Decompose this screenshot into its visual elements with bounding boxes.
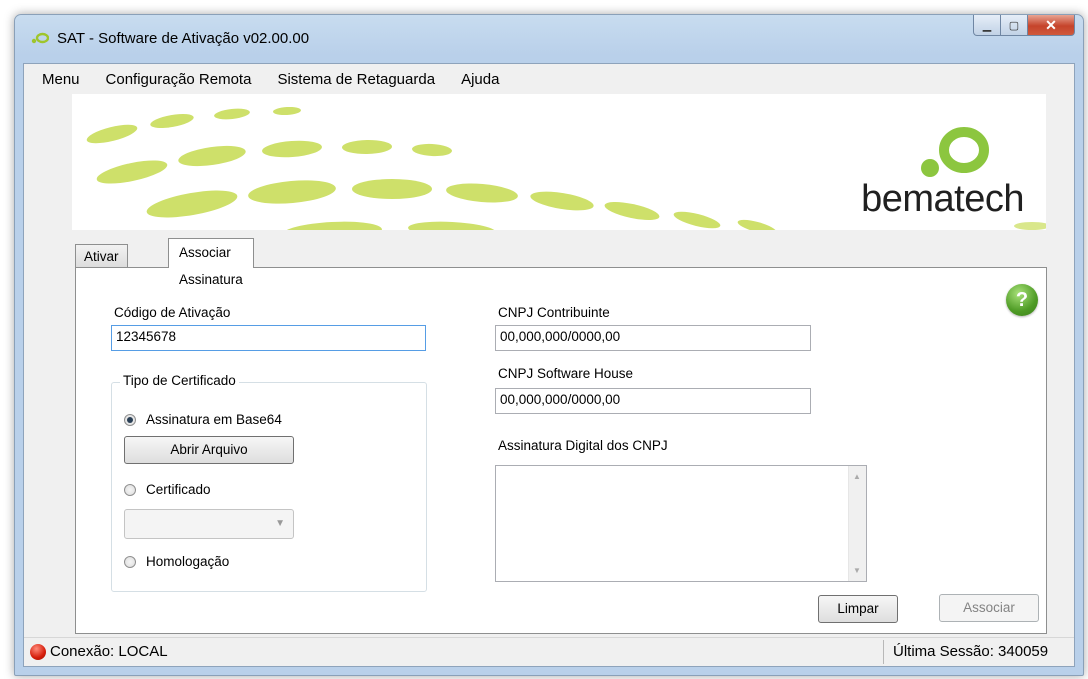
bematech-wordmark: bematech [861,178,1024,220]
status-separator [883,640,884,664]
bematech-logo-mark [921,127,989,177]
help-button[interactable]: ? [1006,284,1038,316]
caption-buttons: ▁ ▢ ✕ [973,15,1075,37]
title-bar[interactable]: SAT - Software de Ativação v02.00.00 ▁ ▢… [15,15,1083,63]
chevron-down-icon: ▼ [275,518,285,529]
radio-certificado-label: Certificado [146,482,211,497]
abrir-arquivo-button[interactable]: Abrir Arquivo [124,436,294,464]
tipo-certificado-group: Tipo de Certificado Assinatura em Base64… [111,373,427,592]
close-icon: ✕ [1045,16,1057,33]
assinatura-digital-label: Assinatura Digital dos CNPJ [498,438,668,453]
scroll-down-icon[interactable]: ▼ [853,566,861,575]
codigo-ativacao-field[interactable]: 12345678 [111,325,426,351]
client-area: Menu Configuração Remota Sistema de Reta… [23,63,1075,667]
cnpj-software-house-field[interactable]: 00,000,000/0000,00 [495,388,811,414]
app-window: SAT - Software de Ativação v02.00.00 ▁ ▢… [14,14,1084,676]
tab-panel-associar-assinatura: ? Código de Ativação 12345678 Tipo de Ce… [75,267,1047,634]
limpar-button[interactable]: Limpar [818,595,898,623]
menu-item-menu[interactable]: Menu [42,71,80,88]
connection-status-text: Conexão: LOCAL [50,643,168,660]
radio-unchecked-icon [124,555,136,568]
menu-bar: Menu Configuração Remota Sistema de Reta… [24,64,1074,94]
assinatura-digital-textarea[interactable]: ▲ ▼ [495,465,867,582]
tab-associar-assinatura[interactable]: Associar Assinatura [168,238,254,287]
last-session-text: Última Sessão: 340059 [893,643,1049,660]
cnpj-contribuinte-field[interactable]: 00,000,000/0000,00 [495,325,811,351]
tab-ativar-sat[interactable]: Ativar SAT [75,244,128,287]
window-title: SAT - Software de Ativação v02.00.00 [57,30,310,47]
radio-unchecked-icon [124,483,136,496]
associar-button[interactable]: Associar [939,594,1039,622]
certificado-select[interactable]: ▼ [124,509,294,539]
radio-assinatura-base64[interactable]: Assinatura em Base64 [124,412,282,427]
minimize-icon: ▁ [982,19,992,32]
bematech-app-icon [31,32,49,44]
minimize-button[interactable]: ▁ [973,15,1001,36]
codigo-ativacao-label: Código de Ativação [114,305,231,320]
radio-base64-label: Assinatura em Base64 [146,412,282,427]
menu-item-sistema-retaguarda[interactable]: Sistema de Retaguarda [277,71,435,88]
tipo-certificado-title: Tipo de Certificado [120,373,239,388]
radio-checked-icon [124,413,136,426]
cnpj-software-house-label: CNPJ Software House [498,366,634,381]
brand-banner: bematech [72,94,1046,230]
connection-status-icon [30,644,46,660]
textarea-scrollbar[interactable]: ▲ ▼ [848,466,866,581]
maximize-icon: ▢ [1008,19,1020,32]
maximize-button[interactable]: ▢ [1001,15,1028,36]
scroll-up-icon[interactable]: ▲ [853,472,861,481]
cnpj-contribuinte-label: CNPJ Contribuinte [498,305,610,320]
radio-homologacao-label: Homologação [146,554,230,569]
status-bar: Conexão: LOCAL Última Sessão: 340059 [24,637,1074,666]
radio-homologacao[interactable]: Homologação [124,554,229,569]
menu-item-ajuda[interactable]: Ajuda [461,71,499,88]
close-button[interactable]: ✕ [1028,15,1075,36]
bematech-logo: bematech [861,124,1024,224]
radio-certificado[interactable]: Certificado [124,482,211,497]
menu-item-configuracao-remota[interactable]: Configuração Remota [106,71,252,88]
